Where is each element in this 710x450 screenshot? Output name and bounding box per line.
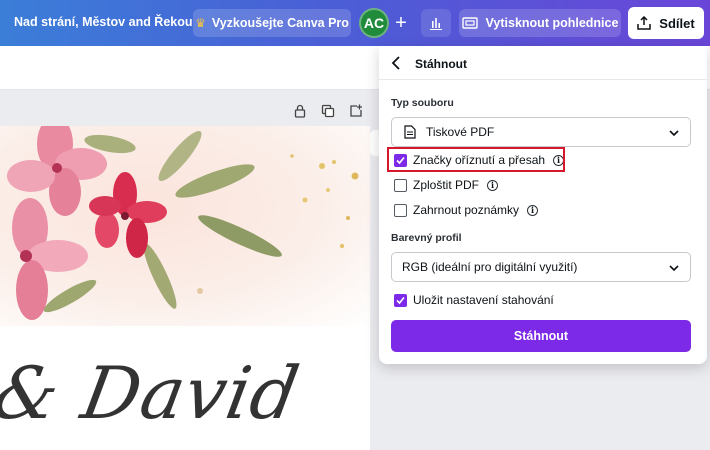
crop-marks-label: Značky oříznutí a přesah <box>413 153 546 167</box>
duplicate-icon[interactable] <box>321 104 335 118</box>
save-settings-checkbox[interactable] <box>394 293 407 307</box>
chevron-down-icon <box>669 265 679 272</box>
plus-icon[interactable]: + <box>389 9 413 37</box>
avatar[interactable]: AC <box>359 8 389 38</box>
save-settings-label: Uložit nastavení stahování <box>413 293 554 307</box>
flatten-pdf-option[interactable]: Zploštit PDF i <box>394 176 499 194</box>
insights-button[interactable] <box>421 9 451 37</box>
info-icon[interactable]: i <box>527 204 539 216</box>
print-postcards-button[interactable]: Vytisknout pohlednice <box>459 9 621 37</box>
share-button[interactable]: Sdílet <box>628 7 704 39</box>
include-notes-checkbox[interactable] <box>394 203 407 217</box>
color-profile-value: RGB (ideální pro digitální využití) <box>402 260 578 274</box>
print-label: Vytisknout pohlednice <box>485 16 619 30</box>
flatten-pdf-checkbox[interactable] <box>394 178 407 192</box>
add-page-icon[interactable] <box>349 104 363 118</box>
crown-icon: ♛ <box>195 16 206 30</box>
chevron-left-icon[interactable] <box>390 55 404 71</box>
panel-header: Stáhnout <box>379 46 707 80</box>
info-icon[interactable]: i <box>487 179 499 191</box>
design-canvas[interactable]: & David <box>0 126 370 450</box>
share-label: Sdílet <box>659 15 695 31</box>
include-notes-label: Zahrnout poznámky <box>413 203 520 217</box>
bar-chart-icon <box>430 18 442 30</box>
try-canva-pro-button[interactable]: ♛ Vyzkoušejte Canva Pro <box>193 9 351 37</box>
print-icon <box>461 17 478 29</box>
couple-names-text[interactable]: & David <box>0 351 306 435</box>
try-pro-label: Vyzkoušejte Canva Pro <box>211 16 349 30</box>
crop-marks-checkbox[interactable] <box>394 153 407 167</box>
flatten-pdf-label: Zploštit PDF <box>413 178 480 192</box>
file-type-label: Typ souboru <box>391 97 454 109</box>
share-icon <box>637 16 652 30</box>
chevron-down-icon <box>669 130 679 137</box>
document-icon <box>404 125 416 139</box>
lock-icon[interactable] <box>293 104 307 118</box>
crop-marks-option[interactable]: Značky oříznutí a přesah i <box>394 151 565 169</box>
file-type-value: Tiskové PDF <box>426 125 495 139</box>
color-profile-label: Barevný profil <box>391 232 462 244</box>
save-settings-option[interactable]: Uložit nastavení stahování <box>394 291 554 309</box>
document-title[interactable]: Nad strání, Městov and Řekou <box>14 15 193 29</box>
file-type-select[interactable]: Tiskové PDF <box>391 117 691 147</box>
color-profile-select[interactable]: RGB (ideální pro digitální využití) <box>391 252 691 282</box>
download-button[interactable]: Stáhnout <box>391 320 691 352</box>
panel-title: Stáhnout <box>415 57 467 71</box>
top-bar: Nad strání, Městov and Řekou ♛ Vyzkoušej… <box>0 0 710 46</box>
info-icon[interactable]: i <box>553 154 565 166</box>
page-tools <box>293 104 363 118</box>
download-panel: Stáhnout Typ souboru Tiskové PDF Značky … <box>379 46 707 364</box>
include-notes-option[interactable]: Zahrnout poznámky i <box>394 201 539 219</box>
floral-illustration <box>7 126 359 320</box>
